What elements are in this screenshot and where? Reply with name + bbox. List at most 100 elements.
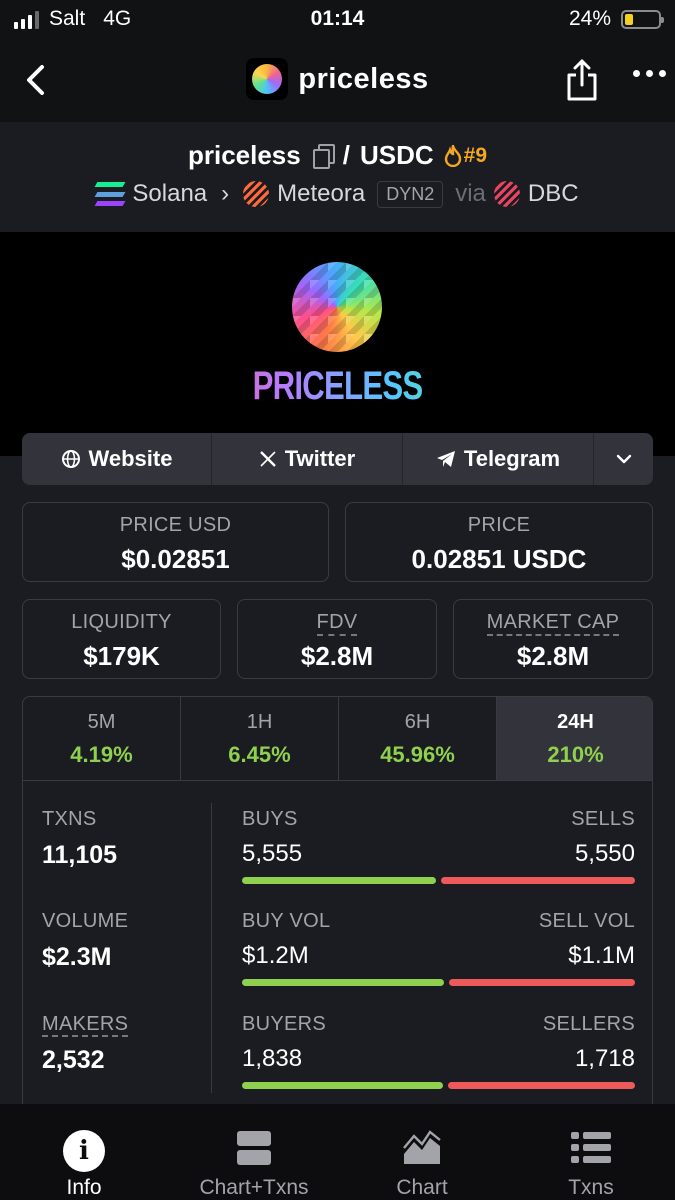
market-cap-card[interactable]: MARKET CAP $2.8M — [453, 599, 653, 679]
sell-vol-value: $1.1M — [568, 942, 635, 969]
dbc-icon — [493, 181, 520, 207]
buyers-value: 1,838 — [242, 1045, 303, 1072]
tab-change: 6.45% — [228, 742, 291, 767]
launchpad-name[interactable]: DBC — [528, 180, 579, 208]
tab-chart-label: Chart — [396, 1176, 448, 1199]
fdv-label: FDV — [316, 611, 358, 636]
buys-sells-stat: BUYS SELLS 5,555 5,550 — [242, 808, 635, 884]
tab-name: 24H — [557, 711, 594, 733]
buy-vol-label: BUY VOL — [242, 910, 331, 932]
sellers-value: 1,718 — [574, 1045, 635, 1072]
buy-bar — [242, 877, 437, 884]
chain-name[interactable]: Solana — [132, 180, 207, 208]
base-token-symbol: priceless — [187, 140, 301, 170]
info-icon: i — [63, 1130, 105, 1172]
price-value: 0.02851 USDC — [411, 544, 587, 574]
makers-stat[interactable]: MAKERS 2,532 — [42, 1013, 129, 1075]
buys-value: 5,555 — [242, 840, 303, 867]
tab-24h[interactable]: 24H 210% — [497, 697, 652, 780]
fdv-value: $2.8M — [300, 641, 374, 671]
tab-info[interactable]: i Info — [24, 1104, 144, 1200]
makers-label: MAKERS — [42, 1013, 129, 1037]
sells-value: 5,550 — [574, 840, 635, 867]
buys-sells-bar — [242, 877, 635, 884]
tab-chart[interactable]: Chart — [362, 1104, 482, 1200]
fdv-card[interactable]: FDV $2.8M — [237, 599, 437, 679]
market-cap-value: $2.8M — [516, 641, 590, 671]
tab-5m[interactable]: 5M 4.19% — [23, 697, 181, 780]
tab-change: 210% — [547, 742, 604, 767]
buyers-sellers-bar — [242, 1082, 635, 1089]
volume-label: VOLUME — [42, 910, 129, 932]
more-links-button[interactable] — [594, 433, 653, 485]
buy-bar — [242, 979, 445, 986]
tab-6h[interactable]: 6H 45.96% — [339, 697, 497, 780]
telegram-label: Telegram — [463, 446, 561, 471]
twitter-label: Twitter — [284, 446, 356, 471]
tab-change: 45.96% — [380, 742, 455, 767]
stats-divider — [211, 803, 212, 1093]
bottom-tab-bar: i Info Chart+Txns Chart Txns — [0, 1104, 675, 1200]
trade-stats-panel: 5M 4.19% 1H 6.45% 6H 45.96% 24H 210% TXN… — [22, 696, 653, 1116]
price-usd-label: PRICE USD — [119, 514, 232, 536]
share-icon — [567, 59, 597, 101]
copy-icon[interactable] — [311, 143, 335, 169]
chevron-right-icon: › — [221, 180, 230, 207]
layout-split-icon — [237, 1131, 271, 1165]
tab-name: 1H — [246, 711, 273, 733]
telegram-button[interactable]: Telegram — [403, 433, 594, 485]
sells-label: SELLS — [571, 808, 635, 830]
more-options-button[interactable] — [633, 70, 667, 86]
sell-bar — [449, 979, 635, 986]
pool-type-badge: DYN2 — [377, 180, 444, 208]
sell-bar — [441, 877, 635, 884]
buy-sell-volume-stat: BUY VOL SELL VOL $1.2M $1.1M — [242, 910, 635, 986]
tab-info-label: Info — [66, 1176, 102, 1199]
website-button[interactable]: Website — [22, 433, 212, 485]
battery-percent: 24% — [568, 7, 611, 30]
tab-1h[interactable]: 1H 6.45% — [181, 697, 339, 780]
solana-icon — [94, 182, 126, 206]
tab-txns-label: Txns — [568, 1176, 614, 1199]
trending-rank[interactable]: #9 — [444, 144, 487, 168]
battery-icon — [621, 9, 664, 29]
twitter-button[interactable]: Twitter — [212, 433, 403, 485]
rank-value: #9 — [463, 143, 487, 167]
website-label: Website — [88, 446, 173, 471]
volume-value: $2.3M — [42, 943, 112, 971]
token-avatar — [246, 58, 289, 100]
chevron-down-icon — [616, 454, 631, 464]
sell-bar — [447, 1082, 635, 1089]
buy-vol-value: $1.2M — [242, 942, 309, 969]
tab-chart-txns[interactable]: Chart+Txns — [184, 1104, 324, 1200]
txns-stat: TXNS 11,105 — [42, 808, 117, 870]
list-icon — [571, 1132, 611, 1163]
liquidity-card: LIQUIDITY $179K — [22, 599, 221, 679]
tab-txns[interactable]: Txns — [531, 1104, 651, 1200]
price-card: PRICE 0.02851 USDC — [345, 502, 653, 582]
buy-sell-volume-bar — [242, 979, 635, 986]
liquidity-value: $179K — [83, 641, 160, 671]
dex-name[interactable]: Meteora — [277, 180, 365, 208]
nav-bar: priceless — [0, 48, 675, 114]
meteora-icon — [243, 181, 270, 207]
pair-separator: / — [342, 140, 350, 170]
quote-token-symbol: USDC — [359, 140, 434, 170]
token-banner: PRICELESS — [0, 232, 675, 456]
liquidity-label: LIQUIDITY — [71, 611, 172, 633]
sellers-label: SELLERS — [542, 1013, 635, 1035]
banner-logo — [292, 262, 382, 352]
sell-vol-label: SELL VOL — [538, 910, 635, 932]
txns-label: TXNS — [42, 808, 97, 830]
banner-wordmark: PRICELESS — [74, 364, 601, 409]
makers-value: 2,532 — [42, 1046, 105, 1074]
tab-name: 6H — [404, 711, 431, 733]
area-chart-icon — [403, 1130, 441, 1164]
page-title: priceless — [298, 62, 429, 95]
globe-icon — [61, 450, 80, 468]
price-usd-value: $0.02851 — [121, 544, 230, 574]
tab-change: 4.19% — [70, 742, 133, 767]
buyers-sellers-stat: BUYERS SELLERS 1,838 1,718 — [242, 1013, 635, 1089]
share-button[interactable] — [562, 56, 602, 104]
tab-name: 5M — [87, 711, 116, 733]
